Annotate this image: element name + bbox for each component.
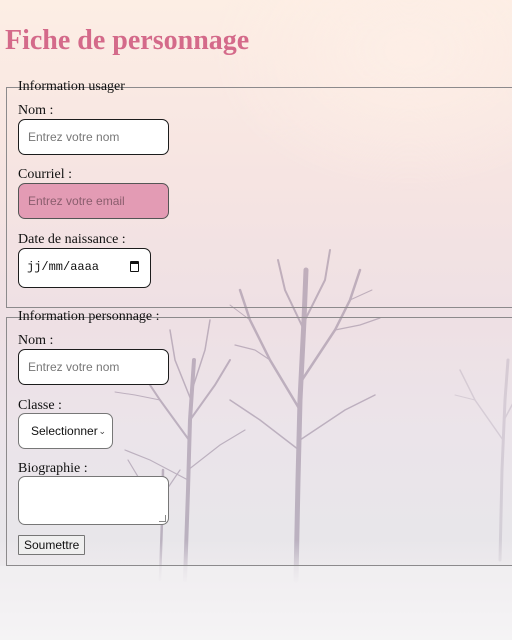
biography-label: Biographie : bbox=[18, 461, 88, 476]
chevron-down-icon: ⌄ bbox=[98, 426, 106, 436]
birthdate-label: Date de naissance : bbox=[18, 232, 126, 247]
character-name-placeholder: Entrez votre nom bbox=[28, 360, 120, 374]
user-name-placeholder: Entrez votre nom bbox=[28, 130, 120, 144]
resize-grip-icon[interactable] bbox=[159, 515, 166, 522]
character-name-label: Nom : bbox=[18, 333, 54, 348]
user-name-label: Nom : bbox=[18, 103, 54, 118]
email-placeholder: Entrez votre email bbox=[28, 194, 125, 208]
character-name-input[interactable]: Entrez votre nom bbox=[18, 349, 169, 385]
biography-textarea[interactable] bbox=[18, 476, 169, 525]
character-info-legend: Information personnage : bbox=[18, 309, 160, 324]
birthdate-input[interactable]: jj/mm/aaaa bbox=[18, 248, 151, 288]
user-info-legend: Information usager bbox=[18, 79, 125, 94]
user-name-input[interactable]: Entrez votre nom bbox=[18, 119, 169, 155]
submit-button[interactable]: Soumettre bbox=[18, 535, 86, 555]
calendar-icon[interactable] bbox=[130, 261, 139, 272]
character-info-fieldset: Information personnage : Nom : Entrez vo… bbox=[6, 309, 512, 566]
class-label: Classe : bbox=[18, 398, 62, 413]
email-input[interactable]: Entrez votre email bbox=[18, 183, 169, 219]
page-title: Fiche de personnage bbox=[5, 25, 250, 56]
email-label: Courriel : bbox=[18, 167, 73, 182]
birthdate-placeholder: jj/mm/aaaa bbox=[27, 260, 100, 274]
class-select-value: Selectionner bbox=[31, 424, 98, 438]
class-select[interactable]: Selectionner ⌄ bbox=[18, 413, 113, 449]
user-info-fieldset: Information usager Nom : Entrez votre no… bbox=[6, 79, 512, 308]
